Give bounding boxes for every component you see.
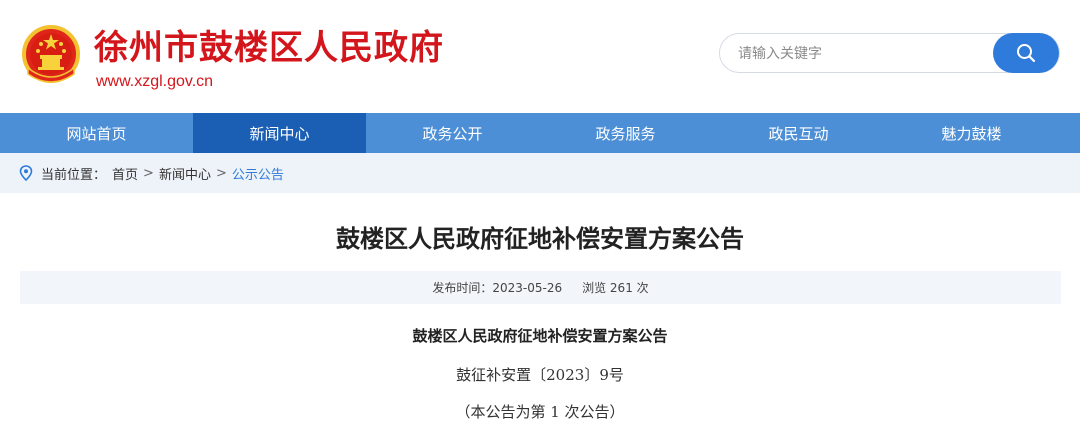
article-meta: 发布时间： 2023-05-26 浏览 261 次 [20, 271, 1061, 304]
site-header: 徐州市鼓楼区人民政府 www.xzgl.gov.cn [0, 0, 1080, 113]
nav-item-charm-gulou[interactable]: 魅力鼓楼 [885, 113, 1058, 153]
site-title[interactable]: 徐州市鼓楼区人民政府 [94, 28, 444, 68]
article-title: 鼓楼区人民政府征地补偿安置方案公告 [336, 225, 744, 253]
search-input[interactable] [738, 43, 988, 65]
view-count: 浏览 261 次 [582, 281, 649, 295]
breadcrumb-separator: > [143, 165, 154, 181]
search-button[interactable] [993, 33, 1059, 73]
body-notice-count: （本公告为第 1 次公告） [455, 403, 625, 421]
body-heading: 鼓楼区人民政府征地补偿安置方案公告 [412, 327, 668, 345]
nav-item-home[interactable]: 网站首页 [0, 113, 193, 153]
national-emblem-icon[interactable] [20, 24, 82, 86]
main-nav: 网站首页 新闻中心 政务公开 政务服务 政民互动 魅力鼓楼 [0, 113, 1080, 153]
breadcrumb-item-home[interactable]: 首页 [112, 164, 138, 183]
breadcrumb-prefix: 当前位置： [41, 167, 107, 183]
nav-item-interaction[interactable]: 政民互动 [712, 113, 885, 153]
breadcrumb-item-news[interactable]: 新闻中心 [159, 164, 211, 183]
search-icon [1017, 44, 1036, 63]
publish-label: 发布时间： [432, 281, 493, 295]
body-doc-number: 鼓征补安置〔2023〕9号 [456, 366, 624, 384]
nav-item-gov-affairs[interactable]: 政务公开 [366, 113, 539, 153]
location-pin-icon [19, 165, 33, 181]
breadcrumb-separator: > [215, 165, 227, 181]
breadcrumb-item-current[interactable]: 公示公告 [232, 164, 284, 183]
publish-date: 2023-05-26 [492, 280, 563, 295]
search-box [719, 33, 1060, 73]
site-url: www.xzgl.gov.cn [96, 73, 214, 90]
nav-item-gov-services[interactable]: 政务服务 [539, 113, 712, 153]
breadcrumb: 当前位置： 首页 > 新闻中心 > 公示公告 [0, 153, 1080, 193]
nav-item-news[interactable]: 新闻中心 [193, 113, 366, 153]
